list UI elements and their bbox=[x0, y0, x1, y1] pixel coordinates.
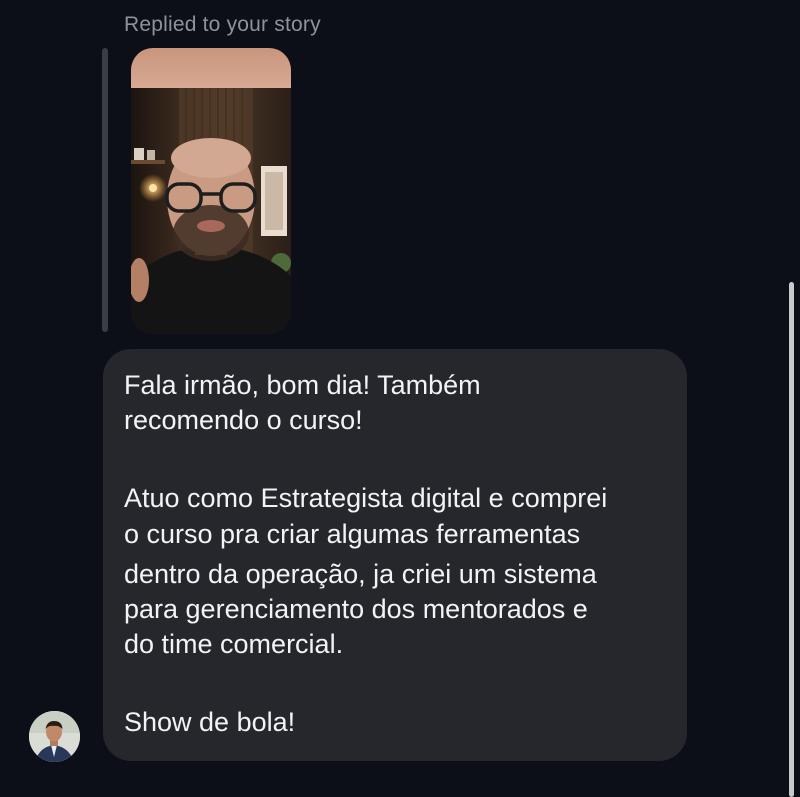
scrollbar[interactable] bbox=[789, 282, 794, 797]
message-line: Show de bola! bbox=[124, 707, 296, 737]
story-thumbnail[interactable] bbox=[131, 48, 291, 334]
sender-avatar[interactable] bbox=[29, 711, 80, 762]
dm-thread: Replied to your story Fala irmão, bom di… bbox=[0, 0, 800, 797]
message-line: dentro da operação, ja criei um sistema bbox=[124, 559, 597, 589]
reply-indicator-bar bbox=[102, 48, 108, 332]
message-line: recomendo o curso! bbox=[124, 405, 363, 435]
replied-to-story-label: Replied to your story bbox=[124, 13, 321, 36]
message-line: Atuo como Estrategista digital e comprei bbox=[124, 483, 608, 513]
message-line: Fala irmão, bom dia! Também bbox=[124, 370, 481, 400]
message-line: para gerenciamento dos mentorados e bbox=[124, 594, 588, 624]
message-line: do time comercial. bbox=[124, 629, 344, 659]
message-line: o curso pra criar algumas ferramentas bbox=[124, 519, 581, 549]
